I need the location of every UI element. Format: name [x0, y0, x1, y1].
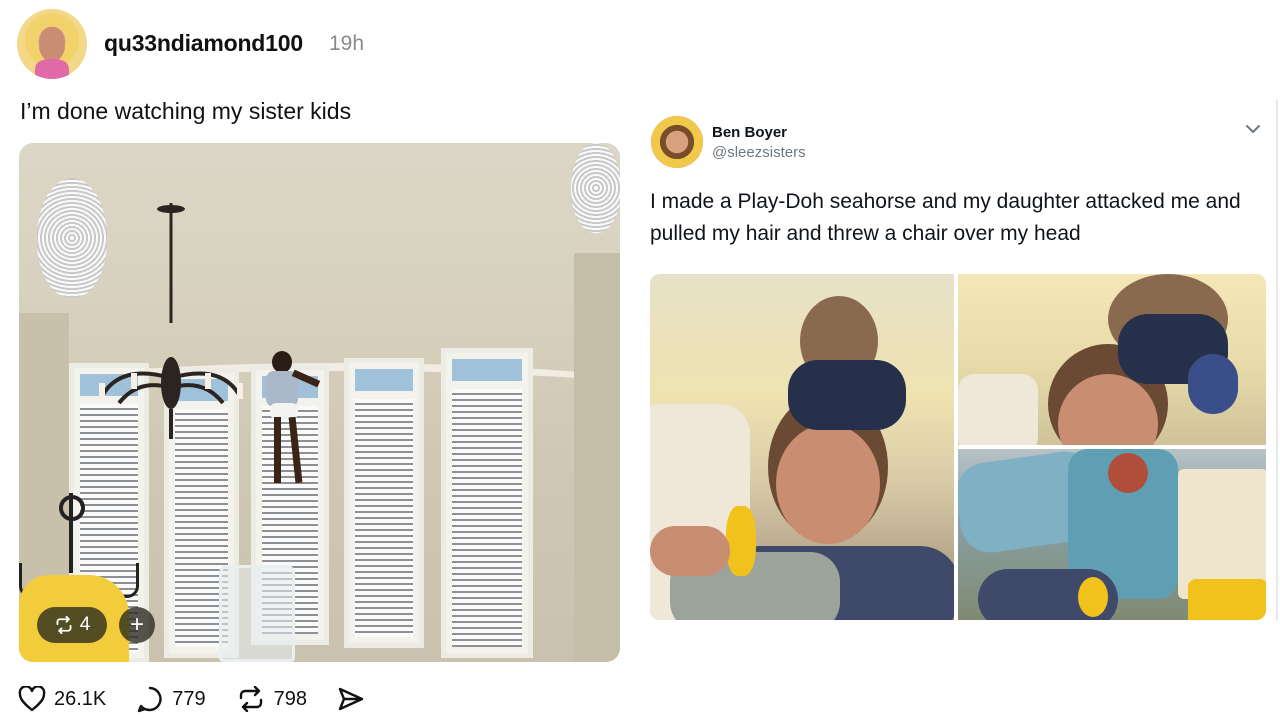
like-count: 26.1K: [54, 687, 107, 710]
speech-bubble-icon: [138, 686, 162, 713]
repost-count: 798: [273, 687, 308, 710]
avatar-clothing: [35, 59, 69, 79]
repost-button[interactable]: 798: [236, 686, 307, 712]
window: [344, 358, 424, 648]
window: [441, 348, 533, 658]
tweet-text: I made a Play-Doh seahorse and my daught…: [650, 190, 1241, 245]
repost-arrows-icon: [239, 686, 262, 712]
chevron-down-icon[interactable]: [1244, 120, 1262, 138]
crystal-chandelier: [571, 143, 620, 233]
tweet-photo[interactable]: [650, 274, 954, 620]
share-button[interactable]: [337, 686, 365, 712]
reply-button[interactable]: 779: [136, 685, 206, 713]
user-handle[interactable]: @sleezsisters: [712, 144, 806, 161]
heart-icon: [18, 686, 46, 712]
like-button[interactable]: 26.1K: [18, 686, 106, 712]
media-repost-chip[interactable]: 4: [37, 607, 107, 643]
reply-count: 779: [172, 687, 206, 710]
wall-right: [574, 253, 620, 662]
child-climbing-window: [264, 351, 324, 491]
glass-vase: [219, 565, 295, 662]
tweet-photo[interactable]: [958, 274, 1266, 445]
media-repost-count: 4: [79, 614, 91, 635]
post-timestamp: 19h: [329, 32, 365, 55]
post-text: I’m done watching my sister kids: [20, 98, 352, 124]
media-plus-button[interactable]: +: [119, 607, 155, 643]
tweet-media-grid: [650, 274, 1266, 620]
avatar[interactable]: [17, 9, 87, 79]
post-image[interactable]: [19, 143, 620, 662]
chandelier-icon: [99, 203, 243, 439]
send-icon: [338, 687, 364, 711]
tweet-card: Ben Boyer @sleezsisters I made a Play-Do…: [640, 100, 1278, 620]
threads-post: qu33ndiamond100 19h I’m done watching my…: [0, 0, 640, 720]
tweet-photo[interactable]: [958, 449, 1266, 620]
action-bar: 26.1K 779 798: [18, 683, 395, 715]
avatar[interactable]: [651, 116, 703, 168]
basket-stand: [69, 493, 73, 573]
repost-arrows-icon: [56, 616, 72, 634]
avatar-face: [39, 27, 65, 61]
display-name[interactable]: Ben Boyer: [712, 124, 787, 141]
username[interactable]: qu33ndiamond100: [104, 30, 303, 57]
